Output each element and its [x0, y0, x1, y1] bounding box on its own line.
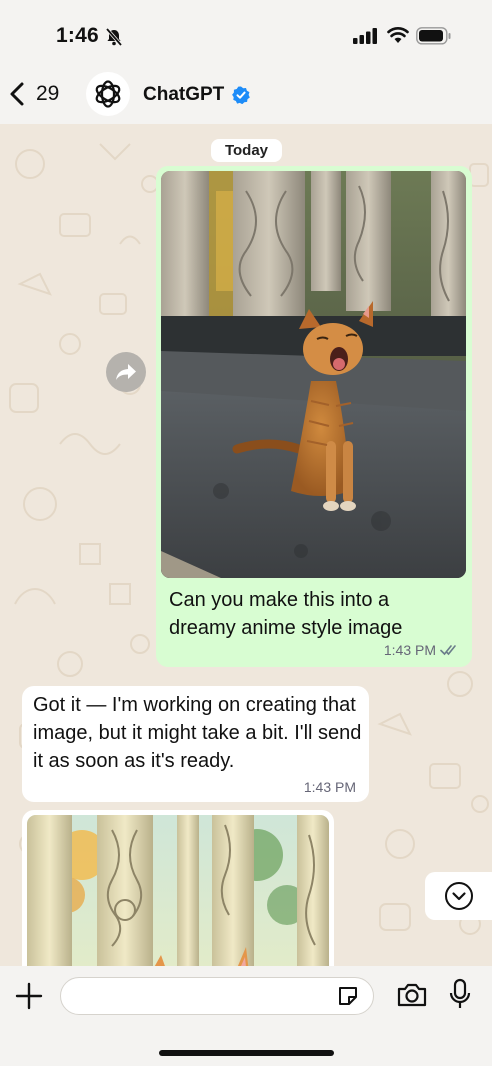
cellular-signal-icon — [353, 28, 379, 49]
openai-logo-icon — [95, 80, 121, 108]
message-meta: 1:43 PM — [384, 642, 460, 658]
status-time: 1:46 — [56, 24, 99, 47]
wifi-icon — [387, 26, 409, 49]
message-text: Got it — I'm working on creating that im… — [33, 694, 362, 772]
forward-arrow-icon — [116, 364, 136, 380]
message-caption: Can you make this into a dreamy anime st… — [169, 589, 403, 639]
chat-header: 29 ChatGPT — [0, 62, 492, 124]
message-input[interactable] — [60, 977, 374, 1015]
sticker-button[interactable] — [336, 984, 360, 1013]
chevron-down-circle-icon — [444, 882, 473, 910]
contact-name[interactable]: ChatGPT — [143, 84, 224, 106]
sticker-icon — [339, 987, 357, 1005]
message-time: 1:43 PM — [303, 779, 356, 795]
scroll-to-bottom-button[interactable] — [425, 872, 492, 920]
microphone-button[interactable] — [448, 978, 472, 1017]
message-time: 1:43 PM — [383, 642, 436, 658]
home-indicator — [159, 1050, 334, 1056]
date-separator: Today — [211, 139, 282, 162]
avatar[interactable] — [86, 72, 130, 116]
incoming-image-bubble[interactable] — [22, 810, 334, 980]
status-bar: 1:46 — [0, 0, 492, 62]
cat-photo[interactable] — [161, 171, 466, 578]
unread-count: 29 — [36, 82, 60, 105]
forward-button[interactable] — [106, 352, 146, 392]
plus-icon — [15, 982, 43, 1010]
camera-button[interactable] — [396, 981, 428, 1014]
back-button[interactable]: 29 — [8, 74, 59, 114]
verified-badge-icon — [232, 86, 250, 109]
bell-slash-icon — [104, 27, 124, 52]
message-composer — [0, 966, 492, 1066]
camera-icon — [397, 983, 427, 1007]
double-check-read-icon — [440, 645, 456, 656]
outgoing-message-bubble[interactable]: Can you make this into a dreamy anime st… — [156, 166, 472, 667]
incoming-message-bubble[interactable]: Got it — I'm working on creating that im… — [22, 686, 369, 802]
microphone-icon — [449, 978, 471, 1008]
chevron-left-icon — [10, 82, 24, 106]
anime-cat-image[interactable] — [27, 815, 329, 980]
attach-button[interactable] — [14, 981, 44, 1016]
battery-icon — [416, 27, 452, 50]
